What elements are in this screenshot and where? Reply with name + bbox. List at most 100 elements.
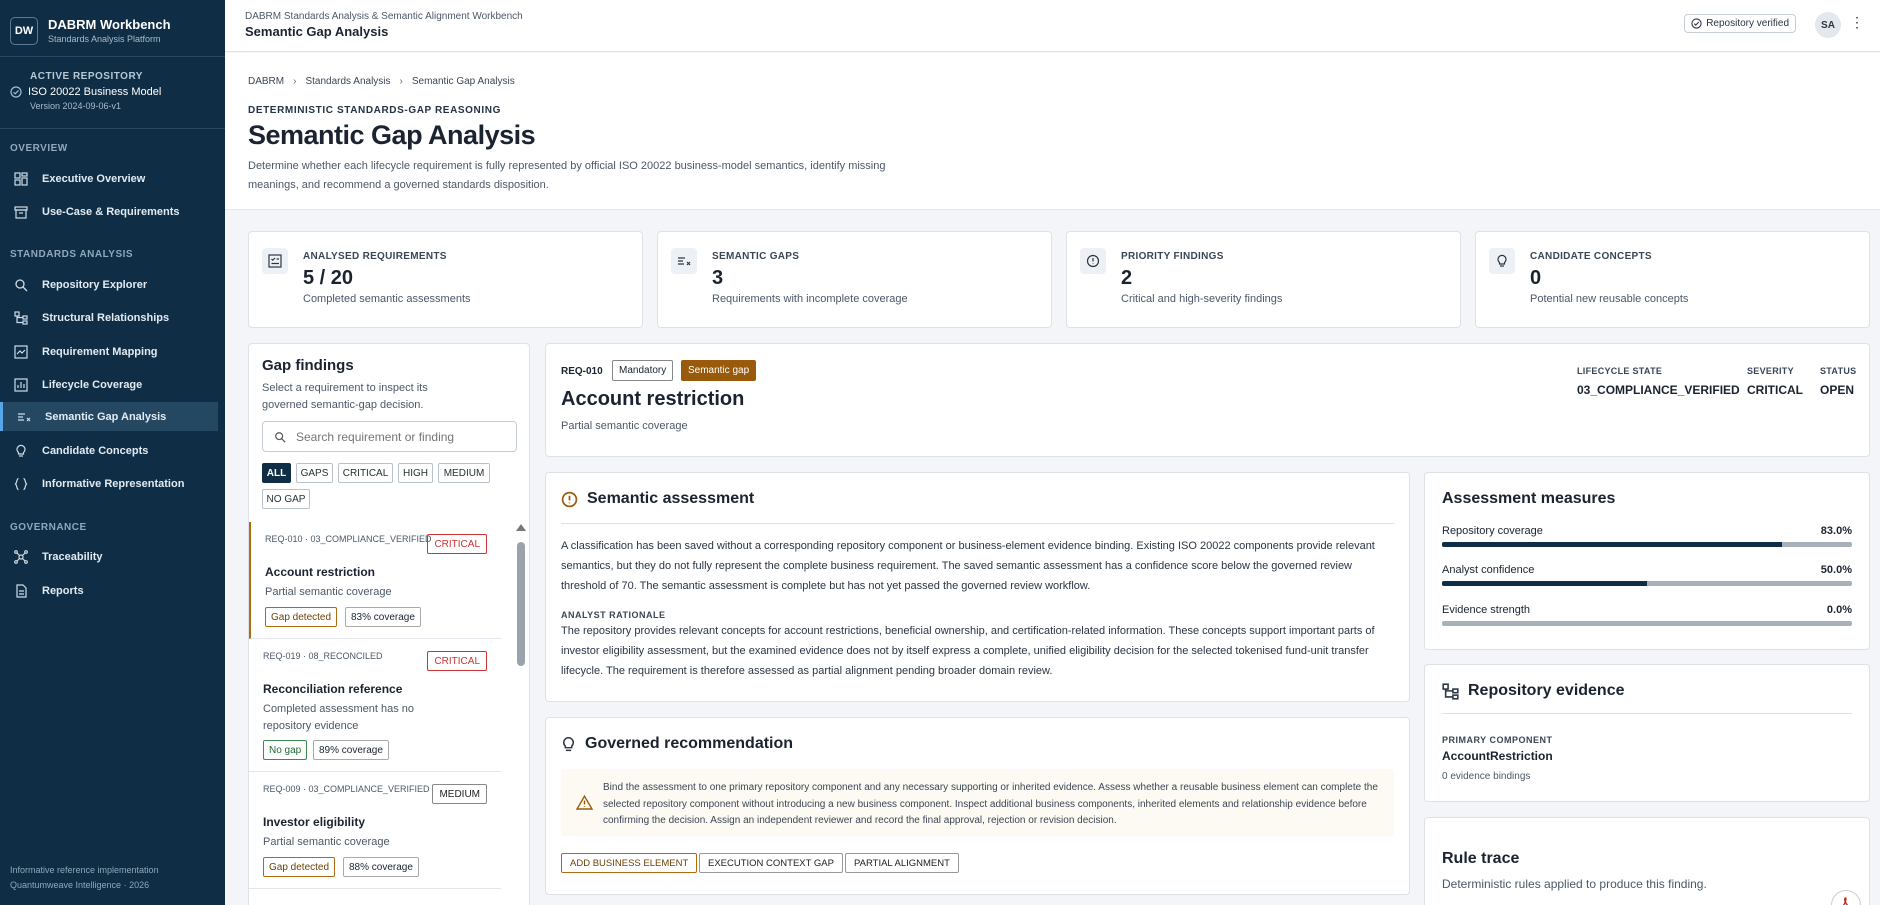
list-x-icon — [678, 257, 691, 266]
measure-label: Repository coverage — [1442, 525, 1543, 537]
more-menu-icon[interactable]: ⋮ — [1850, 15, 1864, 29]
scroll-thumb[interactable] — [517, 542, 525, 666]
recommendation-box: Bind the assessment to one primary repos… — [561, 769, 1394, 836]
semantic-assessment-card: Semantic assessment A classification has… — [545, 472, 1410, 702]
measure-bar — [1442, 621, 1852, 626]
semantic-gap-badge: Semantic gap — [681, 360, 757, 381]
search-field[interactable] — [262, 421, 517, 452]
brand[interactable]: DW DABRM Workbench Standards Analysis Pl… — [0, 0, 225, 48]
finding-item-req-010[interactable]: REQ-010 · 03_COMPLIANCE_VERIFIED CRITICA… — [249, 522, 501, 639]
measure-fill — [1442, 581, 1647, 586]
measure-bar — [1442, 542, 1852, 547]
finding-subtitle: Completed assessment has no repository e… — [263, 703, 415, 732]
nav-use-case-requirements[interactable]: Use-Case & Requirements — [0, 197, 218, 226]
add-business-element-button[interactable]: ADD BUSINESS ELEMENT — [561, 853, 698, 873]
rule-trace-title: Rule trace — [1442, 850, 1520, 867]
finding-title: Account restriction — [265, 565, 376, 579]
repo-heading: ACTIVE REPOSITORY — [30, 71, 143, 82]
measure-label: Analyst confidence — [1442, 564, 1535, 576]
kpi-label: CANDIDATE CONCEPTS — [1530, 251, 1652, 262]
check-circle-icon — [10, 86, 22, 98]
execution-context-gap-button[interactable]: EXECUTION CONTEXT GAP — [699, 853, 843, 873]
breadcrumb-item: Semantic Gap Analysis — [411, 76, 515, 87]
status-tag: Gap detected — [263, 857, 336, 877]
filter-critical[interactable]: CRITICAL — [338, 463, 393, 483]
evidence-title: Repository evidence — [1468, 682, 1625, 699]
filter-gaps[interactable]: GAPS — [296, 463, 333, 483]
governed-recommendation-card: Governed recommendation Bind the assessm… — [545, 717, 1410, 895]
alert-circle-icon — [1086, 254, 1100, 268]
pdf-icon[interactable] — [1831, 890, 1861, 905]
filter-high[interactable]: HIGH — [398, 463, 433, 483]
filter-medium[interactable]: MEDIUM — [438, 463, 490, 483]
network-icon — [14, 549, 28, 564]
nav-label: Traceability — [42, 550, 103, 563]
nav-label: Semantic Gap Analysis — [45, 410, 167, 423]
breadcrumb-item[interactable]: Standards Analysis — [305, 76, 390, 87]
chevron-right-icon: › — [293, 76, 297, 87]
chevron-right-icon: › — [399, 76, 403, 87]
repo-version: Version 2024-09-06-v1 — [30, 101, 122, 111]
assessment-measures-card: Assessment measures Repository coverage … — [1424, 472, 1870, 650]
nav-label: Requirement Mapping — [42, 345, 158, 358]
topbar-title: Semantic Gap Analysis — [245, 24, 389, 39]
section-title: Repository evidence — [1442, 682, 1625, 700]
severity-label: SEVERITY — [1747, 366, 1794, 376]
partial-alignment-button[interactable]: PARTIAL ALIGNMENT — [845, 853, 959, 873]
page-title: Semantic Gap Analysis — [248, 120, 536, 150]
kpi-value: 3 — [712, 267, 724, 289]
lightbulb-icon — [16, 444, 26, 457]
rationale-label: ANALYST RATIONALE — [561, 610, 666, 620]
findings-scrollbar[interactable] — [515, 522, 527, 905]
filter-all[interactable]: ALL — [262, 463, 291, 483]
kpi-sub: Requirements with incomplete coverage — [712, 293, 908, 305]
finding-id: REQ-009 · 03_COMPLIANCE_VERIFIED — [263, 784, 430, 794]
scroll-up-icon[interactable] — [516, 524, 526, 531]
measure-value: 0.0% — [1826, 604, 1852, 616]
severity-badge: CRITICAL — [427, 651, 487, 671]
nav-repository-explorer[interactable]: Repository Explorer — [0, 270, 218, 299]
finding-subtitle: Partial semantic coverage — [263, 836, 390, 848]
repository-verified-badge[interactable]: Repository verified — [1684, 14, 1796, 33]
search-input[interactable] — [296, 429, 496, 444]
filter-no-gap[interactable]: NO GAP — [262, 489, 310, 509]
active-repository: ACTIVE REPOSITORY ISO 20022 Business Mod… — [10, 71, 161, 111]
primary-component-value[interactable]: AccountRestriction — [1442, 749, 1553, 763]
measure-fill — [1442, 542, 1783, 547]
gap-findings-panel: Gap findings Select a requirement to ins… — [248, 343, 530, 905]
nav-semantic-gap-analysis[interactable]: Semantic Gap Analysis — [0, 402, 218, 431]
kpi-semantic-gaps: SEMANTIC GAPS 3 Requirements with incomp… — [657, 231, 1052, 328]
nav-candidate-concepts[interactable]: Candidate Concepts — [0, 436, 218, 465]
finding-detail-header: REQ-010 Mandatory Semantic gap Account r… — [545, 343, 1870, 457]
kpi-priority-findings: PRIORITY FINDINGS 2 Critical and high-se… — [1066, 231, 1461, 328]
nav-label: Repository Explorer — [42, 278, 148, 291]
detail-title: Account restriction — [561, 388, 745, 410]
finding-id: REQ-010 · 03_COMPLIANCE_VERIFIED — [265, 534, 432, 544]
nav-executive-overview[interactable]: Executive Overview — [0, 164, 218, 193]
nav-traceability[interactable]: Traceability — [0, 542, 218, 571]
warning-icon — [576, 795, 593, 810]
dashboard-icon — [14, 171, 28, 186]
footer-line1: Informative reference implementation — [10, 865, 159, 875]
nav-reports[interactable]: Reports — [0, 576, 218, 605]
assessment-title: Semantic assessment — [587, 490, 755, 507]
breadcrumb-item[interactable]: DABRM — [248, 76, 284, 87]
lightbulb-icon — [563, 736, 574, 751]
measure-label: Evidence strength — [1442, 604, 1531, 616]
mapping-icon — [14, 344, 28, 359]
assessment-text: A classification has been saved without … — [561, 540, 1375, 592]
kpi-value: 2 — [1121, 267, 1133, 289]
finding-title: Reconciliation reference — [263, 682, 403, 696]
measure-value: 50.0% — [1820, 564, 1852, 576]
user-avatar[interactable]: SA — [1815, 12, 1841, 38]
kpi-value: 0 — [1530, 267, 1542, 289]
nav-structural-relationships[interactable]: Structural Relationships — [0, 303, 218, 332]
severity-badge: MEDIUM — [432, 784, 487, 804]
verified-label: Repository verified — [1706, 18, 1789, 29]
finding-item-req-019[interactable]: REQ-019 · 08_RECONCILED CRITICAL Reconci… — [249, 639, 501, 772]
nav-requirement-mapping[interactable]: Requirement Mapping — [0, 337, 218, 366]
nav-label: Candidate Concepts — [42, 444, 149, 457]
finding-item-req-009[interactable]: REQ-009 · 03_COMPLIANCE_VERIFIED MEDIUM … — [249, 772, 501, 889]
nav-lifecycle-coverage[interactable]: Lifecycle Coverage — [0, 370, 218, 399]
nav-informative-representation[interactable]: Informative Representation — [0, 469, 218, 498]
